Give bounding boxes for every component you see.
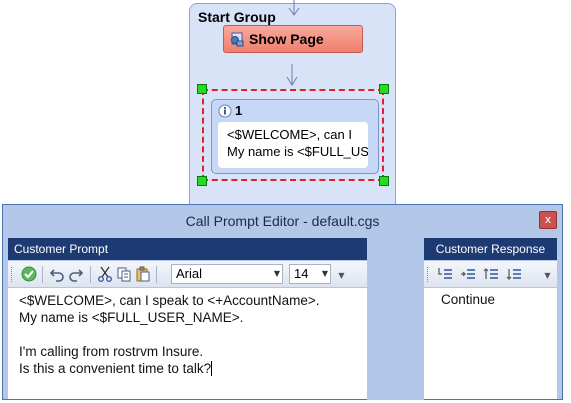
text-caret [211, 361, 213, 376]
response-item[interactable]: Continue [430, 291, 554, 309]
resize-handle[interactable] [379, 176, 389, 186]
toolbar-separator [156, 266, 157, 283]
toolbar-separator [42, 266, 43, 283]
title-bar[interactable]: Call Prompt Editor - default.cgs x [3, 205, 562, 237]
insert-after-icon[interactable] [459, 265, 477, 283]
customer-prompt-editor[interactable]: <$WELCOME>, can I speak to <+AccountName… [8, 288, 367, 399]
customer-response-header: Customer Response [424, 238, 557, 260]
font-size-value: 14 [294, 266, 309, 281]
splitter[interactable] [367, 238, 424, 400]
customer-response-list[interactable]: Continue [424, 288, 557, 399]
cut-icon[interactable] [96, 265, 114, 283]
resize-handle[interactable] [197, 84, 207, 94]
show-page-label: Show Page [249, 31, 324, 47]
font-size-select[interactable]: 14 ▼ [289, 264, 331, 284]
chevron-down-icon: ▼ [273, 269, 280, 278]
resize-handle[interactable] [379, 84, 389, 94]
redo-icon[interactable] [67, 265, 85, 283]
prompt-line: Is this a convenient time to talk? [19, 361, 212, 376]
font-family-select[interactable]: Arial ▼ [171, 264, 283, 284]
close-button[interactable]: x [539, 211, 557, 229]
prompt-toolbar: Arial ▼ 14 ▼ ▼ [8, 261, 367, 288]
move-up-icon[interactable] [482, 265, 500, 283]
insert-before-icon[interactable] [436, 265, 454, 283]
window-title: Call Prompt Editor - default.cgs [185, 213, 380, 229]
show-page-node[interactable]: Show Page [223, 25, 363, 53]
prompt-line: <$WELCOME>, can I speak to <+AccountName… [19, 293, 320, 308]
paste-icon[interactable] [134, 265, 152, 283]
move-down-icon[interactable] [505, 265, 523, 283]
prompt-line [19, 326, 367, 343]
copy-icon[interactable] [115, 265, 133, 283]
call-prompt-editor-window: Call Prompt Editor - default.cgs x Custo… [2, 204, 563, 400]
resize-handle[interactable] [197, 176, 207, 186]
prompt-line: I'm calling from rostrvm Insure. [19, 344, 204, 359]
group-title: Start Group [198, 9, 276, 25]
response-toolbar: ▼ [424, 261, 557, 288]
customer-prompt-header: Customer Prompt [8, 238, 367, 260]
flow-arrow-icon [286, 64, 298, 86]
check-icon[interactable] [20, 265, 38, 283]
show-page-icon [231, 32, 244, 47]
font-family-value: Arial [176, 266, 203, 281]
start-group[interactable]: Start Group Show Page 1 <$WELCOME>, can … [189, 0, 396, 218]
toolbar-grip[interactable] [427, 267, 431, 282]
toolbar-grip[interactable] [11, 267, 15, 282]
flow-arrow-icon [288, 0, 300, 16]
undo-icon[interactable] [48, 265, 66, 283]
selection-outline [202, 89, 384, 181]
toolbar-separator [90, 266, 91, 283]
prompt-line-with-caret: Is this a convenient time to talk? [19, 360, 367, 377]
toolbar-overflow-icon[interactable]: ▼ [337, 267, 346, 285]
toolbar-overflow-icon[interactable]: ▼ [543, 267, 552, 285]
chevron-down-icon: ▼ [321, 269, 328, 278]
prompt-line: My name is <$FULL_USER_NAME>. [19, 310, 244, 325]
